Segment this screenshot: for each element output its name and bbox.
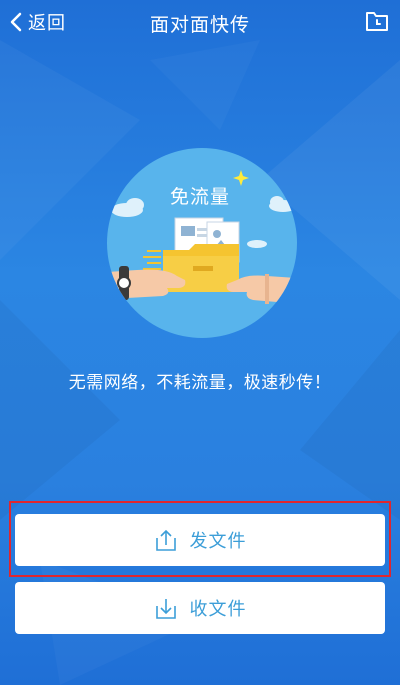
hands-passing-folder-illustration (107, 170, 297, 304)
send-file-button[interactable]: 发文件 (15, 514, 385, 566)
receive-file-label: 收文件 (189, 599, 247, 620)
clock-folder-icon (366, 12, 388, 31)
upload-icon (155, 529, 176, 551)
send-file-label: 发文件 (189, 531, 247, 552)
receive-file-button[interactable]: 收文件 (15, 582, 385, 634)
top-bar: 返回 面对面快传 (0, 0, 400, 44)
tagline: 无需网络，不耗流量，极速秒传！ (68, 373, 332, 393)
history-button[interactable] (364, 8, 390, 34)
hero-badge-text: 免流量 (169, 186, 230, 208)
hero-illustration (107, 148, 297, 338)
page-title: 面对面快传 (149, 14, 250, 36)
download-icon (155, 599, 176, 619)
